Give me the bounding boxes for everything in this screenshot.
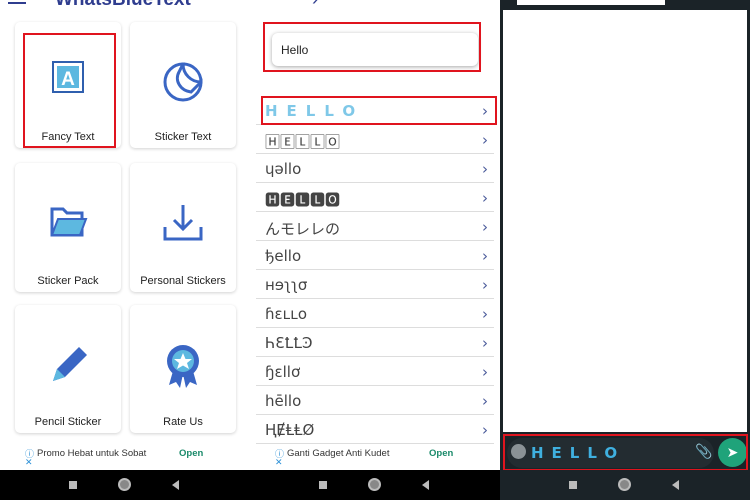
style-text: 🅷🅴🅻🅻🅾 — [265, 191, 341, 209]
card-sticker-text[interactable]: Sticker Text — [130, 22, 236, 148]
chevron-right-icon: › — [482, 218, 488, 236]
card-personal-stickers[interactable]: Personal Stickers — [130, 163, 236, 292]
chevron-right-icon: › — [482, 421, 488, 439]
highlight-box — [261, 96, 497, 125]
card-label: Pencil Sticker — [34, 416, 102, 428]
fancy-style-item[interactable]: ҺƐꝈꝈϿ › — [256, 328, 494, 357]
android-nav-bar — [0, 470, 250, 500]
fancy-style-item[interactable]: ɥəllo › — [256, 154, 494, 183]
chat-area — [503, 10, 747, 432]
android-nav-bar — [250, 470, 500, 500]
chevron-right-icon: › — [482, 247, 488, 265]
home-button[interactable] — [618, 478, 631, 491]
fancy-text-panel: › HELLO›🄷🄴🄻🄻🄾›ɥəllo›🅷🅴🅻🅻🅾›んモレレの›ђello›ʜɘ… — [250, 0, 500, 500]
back-button[interactable] — [672, 480, 679, 490]
style-text: んモレレの — [265, 220, 341, 238]
fancy-style-item[interactable]: hēllo › — [256, 386, 494, 415]
chevron-right-icon: › — [482, 131, 488, 149]
style-text: ҺƐꝈꝈϿ — [265, 334, 313, 352]
fancy-style-item[interactable]: ɧɛllơ › — [256, 357, 494, 386]
style-text: ɦɛʟʟօ — [265, 305, 307, 323]
close-icon[interactable]: ✕ — [25, 457, 33, 468]
chevron-right-icon: › — [482, 160, 488, 178]
recents-button[interactable] — [69, 481, 77, 489]
android-nav-bar — [500, 470, 750, 500]
style-text: 🄷🄴🄻🄻🄾 — [265, 133, 341, 151]
pencil-icon — [53, 347, 87, 381]
style-text: ɧɛllơ — [265, 363, 301, 381]
fancy-style-item[interactable]: んモレレの › — [256, 212, 494, 241]
ad-banner[interactable]: ⓘ ✕ Promo Hebat untuk Sobat Open — [25, 446, 215, 468]
fancy-style-item[interactable]: ʜɘʅʅσ › — [256, 270, 494, 299]
chevron-right-icon: › — [482, 189, 488, 207]
card-label: Sticker Text — [154, 131, 212, 143]
home-panel: WhatsBlueText A Fancy Text Sticker Text … — [0, 0, 250, 500]
card-sticker-pack[interactable]: Sticker Pack — [15, 163, 121, 292]
style-text: ђello — [265, 247, 302, 265]
award-icon — [167, 345, 199, 388]
card-pencil-sticker[interactable]: Pencil Sticker — [15, 305, 121, 433]
fancy-style-item[interactable]: 🄷🄴🄻🄻🄾 › — [256, 125, 494, 154]
chat-panel: HELLO 📎 ➤ — [500, 0, 750, 500]
highlight-box — [23, 33, 116, 148]
ad-text: Promo Hebat untuk Sobat — [37, 448, 147, 459]
fancy-style-item[interactable]: ⱧɆⱠⱠØ › — [256, 415, 494, 444]
menu-icon[interactable] — [8, 0, 26, 4]
ad-open-button[interactable]: Open — [429, 448, 453, 459]
style-text: ɥəllo — [265, 160, 302, 178]
ad-banner[interactable]: ⓘ ✕ Ganti Gadget Anti Kudet Open — [275, 446, 465, 468]
chevron-right-icon: › — [482, 305, 488, 323]
sticker-icon — [163, 62, 203, 102]
card-label: Sticker Pack — [37, 275, 99, 287]
back-arrow-icon[interactable]: › — [312, 0, 318, 11]
chevron-right-icon: › — [482, 392, 488, 410]
back-button[interactable] — [172, 480, 179, 490]
chevron-right-icon: › — [482, 334, 488, 352]
close-icon[interactable]: ✕ — [275, 457, 283, 468]
download-icon — [163, 205, 203, 241]
home-button[interactable] — [368, 478, 381, 491]
ad-text: Ganti Gadget Anti Kudet — [287, 448, 390, 459]
style-text: ⱧɆⱠⱠØ — [265, 421, 315, 439]
app-title: WhatsBlueText — [55, 0, 191, 11]
chat-header-field — [517, 0, 665, 5]
back-button[interactable] — [422, 480, 429, 490]
ad-open-button[interactable]: Open — [179, 448, 203, 459]
home-button[interactable] — [118, 478, 131, 491]
card-rate-us[interactable]: Rate Us — [130, 305, 236, 433]
fancy-style-item[interactable]: 🅷🅴🅻🅻🅾 › — [256, 183, 494, 212]
chevron-right-icon: › — [482, 276, 488, 294]
fancy-style-item[interactable]: ɦɛʟʟօ › — [256, 299, 494, 328]
style-text: hēllo — [265, 392, 302, 410]
card-label: Rate Us — [163, 416, 203, 428]
fancy-style-item[interactable]: ђello › — [256, 241, 494, 270]
card-label: Personal Stickers — [140, 275, 226, 287]
highlight-box — [503, 434, 748, 471]
style-text: ʜɘʅʅσ — [265, 276, 308, 294]
recents-button[interactable] — [569, 481, 577, 489]
recents-button[interactable] — [319, 481, 327, 489]
highlight-box — [263, 22, 481, 72]
folder-icon — [50, 207, 88, 237]
chevron-right-icon: › — [482, 363, 488, 381]
